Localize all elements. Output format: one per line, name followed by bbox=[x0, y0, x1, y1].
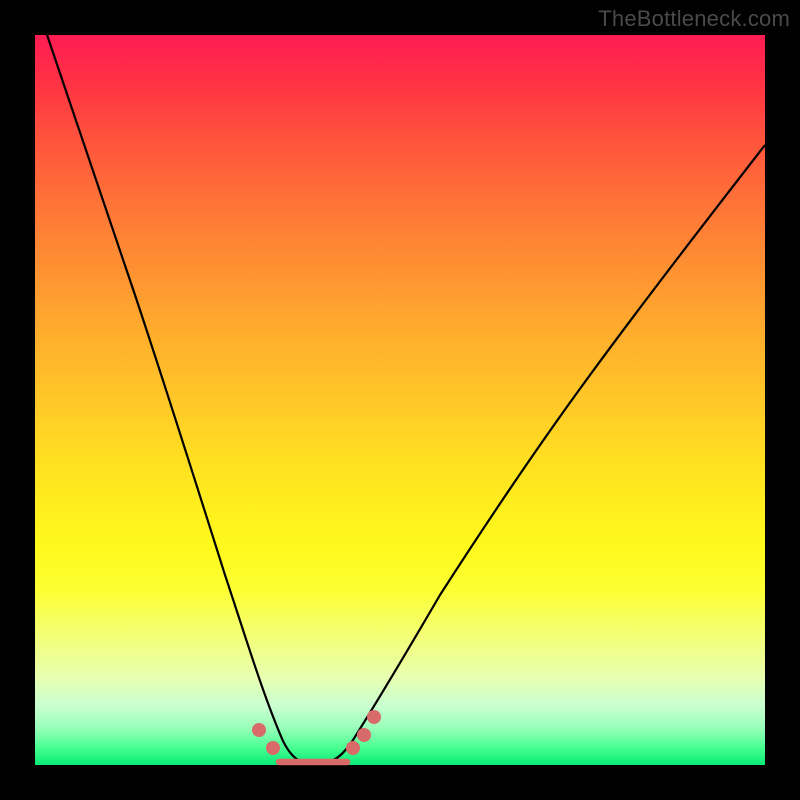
marker-dot bbox=[367, 710, 381, 724]
marker-dot bbox=[252, 723, 266, 737]
chart-svg bbox=[35, 35, 765, 765]
left-curve bbox=[42, 20, 304, 762]
marker-dot bbox=[357, 728, 371, 742]
marker-dot bbox=[346, 741, 360, 755]
watermark-text: TheBottleneck.com bbox=[598, 6, 790, 32]
plot-area bbox=[35, 35, 765, 765]
right-curve bbox=[327, 145, 765, 762]
marker-dot bbox=[266, 741, 280, 755]
chart-frame: TheBottleneck.com bbox=[0, 0, 800, 800]
